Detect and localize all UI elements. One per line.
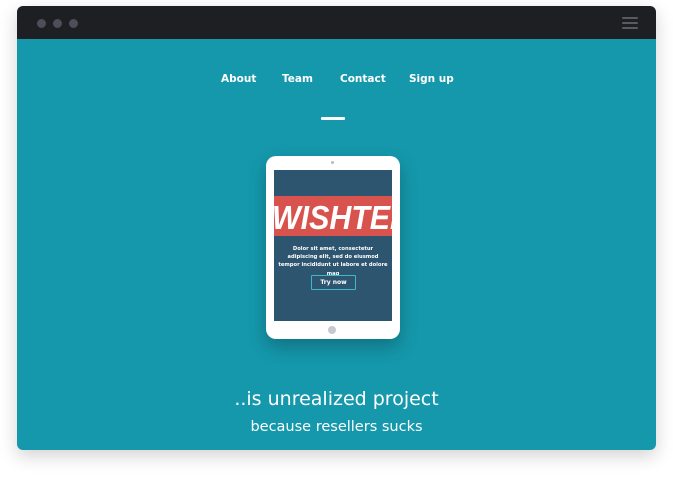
hamburger-line xyxy=(622,17,638,19)
hero-headline: ..is unrealized project xyxy=(234,388,439,410)
home-button-icon xyxy=(328,326,336,334)
tablet-screen: WISHTEK Dolor sit amet, consectetur adip… xyxy=(274,170,392,321)
section-divider xyxy=(321,117,345,120)
nav-link-about[interactable]: About xyxy=(221,73,256,85)
nav-link-team[interactable]: Team xyxy=(282,73,313,85)
hamburger-line xyxy=(622,22,638,24)
window-control-dot-icon[interactable] xyxy=(37,19,46,28)
window-control-dot-icon[interactable] xyxy=(53,19,62,28)
hamburger-menu-icon[interactable] xyxy=(622,17,638,29)
nav-link-contact[interactable]: Contact xyxy=(340,73,386,85)
browser-window: About Team Contact Sign up WISHTEK Dolor… xyxy=(17,6,656,450)
tablet-mockup: WISHTEK Dolor sit amet, consectetur adip… xyxy=(266,156,400,339)
device-description: Dolor sit amet, consectetur adipiscing e… xyxy=(278,246,388,277)
brand-logo: WISHTEK xyxy=(274,199,392,236)
hero-subheadline: because resellers sucks xyxy=(250,419,423,435)
window-titlebar xyxy=(17,6,656,39)
window-control-dot-icon[interactable] xyxy=(69,19,78,28)
nav-link-sign-up[interactable]: Sign up xyxy=(409,73,454,85)
try-now-button[interactable]: Try now xyxy=(311,275,356,290)
page-content: About Team Contact Sign up WISHTEK Dolor… xyxy=(17,39,656,450)
camera-icon xyxy=(331,161,334,164)
hamburger-line xyxy=(622,27,638,29)
